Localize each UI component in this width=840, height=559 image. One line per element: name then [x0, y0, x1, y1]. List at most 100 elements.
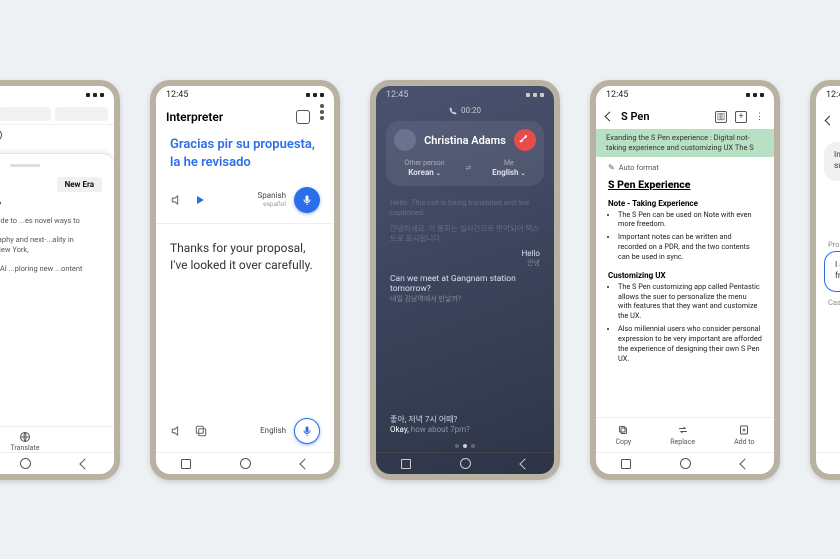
android-nav: [816, 452, 840, 474]
status-time: 12:45: [826, 90, 840, 100]
tone-label[interactable]: Casual: [828, 298, 840, 307]
other-language[interactable]: Other personKorean ⌄: [404, 159, 444, 178]
my-language[interactable]: MeEnglish ⌄: [492, 159, 525, 178]
recents-button[interactable]: [621, 459, 631, 469]
speaker-icon[interactable]: [170, 193, 184, 207]
phone-live-translate-call: 12:45 00:20 Christina Adams Other person…: [370, 80, 560, 480]
replace-button[interactable]: Replace: [670, 424, 695, 446]
tone-label[interactable]: Professional: [828, 240, 840, 249]
phone-browser: 12:45 ...com ◍ ⌕ ≡ New Era Era of Galaxy…: [0, 80, 120, 480]
interpreter-header: Interpreter: [156, 104, 334, 130]
swap-icon[interactable]: ⇄: [465, 164, 471, 173]
app-title: Interpreter: [166, 110, 223, 124]
article-paragraph: ...s in lastest ...aphy and next-...alit…: [0, 235, 102, 256]
page-view-icon[interactable]: ▥: [715, 111, 727, 123]
layout-toggle-icon[interactable]: [296, 110, 310, 124]
transcript-line: 안녕하세요. 이 통화는 실시간으로 번역되어 텍스트로 표시됩니다.: [390, 224, 540, 244]
add-to-button[interactable]: Add to: [734, 424, 754, 446]
mic-button-bottom[interactable]: [294, 418, 320, 444]
transcript-footer: 좋아, 저녁 7시 어때? Okay, how about 7pm?: [376, 414, 554, 440]
home-button[interactable]: [20, 458, 31, 469]
android-nav: [156, 452, 334, 474]
phone-interpreter: 12:45 Interpreter Gracias pir su propues…: [150, 80, 340, 480]
back-button[interactable]: [79, 458, 90, 469]
transcript: Hello. This call is being translated and…: [376, 186, 554, 414]
caller-avatar: [394, 129, 416, 151]
auto-format-label[interactable]: Auto format: [596, 157, 774, 178]
language-pair: Other personKorean ⌄ ⇄ MeEnglish ⌄: [394, 159, 536, 178]
note-title: S Pen: [621, 110, 707, 123]
status-bar: 12:45: [376, 86, 554, 104]
home-button[interactable]: [240, 458, 251, 469]
note-bullets: The S Pen can be used on Note with even …: [596, 210, 774, 269]
back-icon[interactable]: [605, 112, 615, 122]
transcript-line: Hello. This call is being translated and…: [390, 198, 540, 218]
note-highlight: Exanding the S Pen experience : Digital …: [596, 129, 774, 157]
phone-chat: 12:45 Lind In good news, e... requested …: [810, 80, 840, 480]
status-bar: 12:45: [816, 86, 840, 104]
speaker-icon[interactable]: [170, 424, 184, 438]
browser-toolbar: ◍ ⌕ ≡: [0, 125, 114, 145]
language-label[interactable]: Spanish español: [258, 192, 287, 208]
browser-tabs: ...com: [0, 104, 114, 125]
home-button[interactable]: [680, 458, 691, 469]
article-headline: Era of Galaxy: [0, 200, 102, 210]
mic-button-top[interactable]: [294, 187, 320, 213]
status-time: 12:45: [166, 90, 188, 100]
copy-button[interactable]: Copy: [615, 424, 631, 446]
browser-tab[interactable]: [55, 107, 108, 121]
note-bullet: Also millennial users who consider perso…: [618, 324, 762, 363]
chat-header: Lind: [816, 104, 840, 136]
article-paragraph: ...e how Galaxy AI ...ploring new ...ont…: [0, 264, 102, 285]
android-nav: [596, 452, 774, 474]
back-button[interactable]: [739, 458, 750, 469]
browser-tab[interactable]: [0, 107, 51, 121]
end-call-button[interactable]: [514, 129, 536, 151]
translate-button[interactable]: Translate: [11, 431, 40, 452]
incoming-message: In good news, e... requested was c... su…: [824, 142, 840, 181]
translated-text-bottom: Thanks for your proposal, I've looked it…: [156, 224, 334, 414]
article-sheet: New Era Era of Galaxy ...ing of new ...a…: [0, 153, 114, 426]
status-bar: 12:45: [156, 86, 334, 104]
browser-footer: Translate: [0, 426, 114, 452]
note-subheading: Note - Taking Experience: [596, 197, 774, 210]
language-label[interactable]: English: [260, 427, 286, 436]
phone-lineup: 12:45 ...com ◍ ⌕ ≡ New Era Era of Galaxy…: [0, 80, 840, 480]
status-time: 12:45: [606, 90, 628, 100]
caller-name: Christina Adams: [424, 134, 506, 147]
status-icons: [746, 93, 764, 97]
note-subheading: Customizing UX: [596, 269, 774, 282]
status-icons: [306, 93, 324, 97]
more-icon[interactable]: ⋮: [755, 111, 764, 123]
article-paragraph: ...ing of new ...ade to ...es novel ways…: [0, 216, 102, 227]
back-icon[interactable]: [825, 115, 835, 125]
call-duration: 00:20: [376, 104, 554, 121]
back-button[interactable]: [299, 458, 310, 469]
status-bar: 12:45: [0, 86, 114, 104]
phone-icon: [449, 107, 457, 115]
status-bar: 12:45: [596, 86, 774, 104]
note-bullet: Important notes can be written and recor…: [618, 232, 762, 262]
menu-icon[interactable]: ≡: [0, 129, 2, 141]
more-icon[interactable]: [320, 110, 324, 114]
bottom-controls: English: [156, 414, 334, 452]
android-nav: [376, 452, 554, 474]
page-dots: [376, 440, 554, 452]
phone-notes: 12:45 S Pen ▥ + ⋮ Exanding the S Pen exp…: [590, 80, 780, 480]
transcript-line: Can we meet at Gangnam station tomorrow?…: [390, 274, 540, 304]
article-tag: New Era: [57, 177, 102, 192]
note-heading: S Pen Experience: [596, 178, 774, 197]
note-actions: Copy Replace Add to: [596, 417, 774, 452]
tone-suggestion[interactable]: I appreciate th... anticipation of... me…: [824, 251, 840, 292]
copy-icon[interactable]: [194, 424, 208, 438]
recents-button[interactable]: [181, 459, 191, 469]
add-icon[interactable]: +: [735, 111, 747, 123]
play-icon[interactable]: [194, 194, 206, 206]
sheet-handle[interactable]: [10, 164, 40, 167]
android-nav: [0, 452, 114, 474]
recents-button[interactable]: [401, 459, 411, 469]
status-icons: [526, 93, 544, 97]
home-button[interactable]: [460, 458, 471, 469]
back-button[interactable]: [519, 458, 530, 469]
status-time: 12:45: [386, 90, 408, 100]
